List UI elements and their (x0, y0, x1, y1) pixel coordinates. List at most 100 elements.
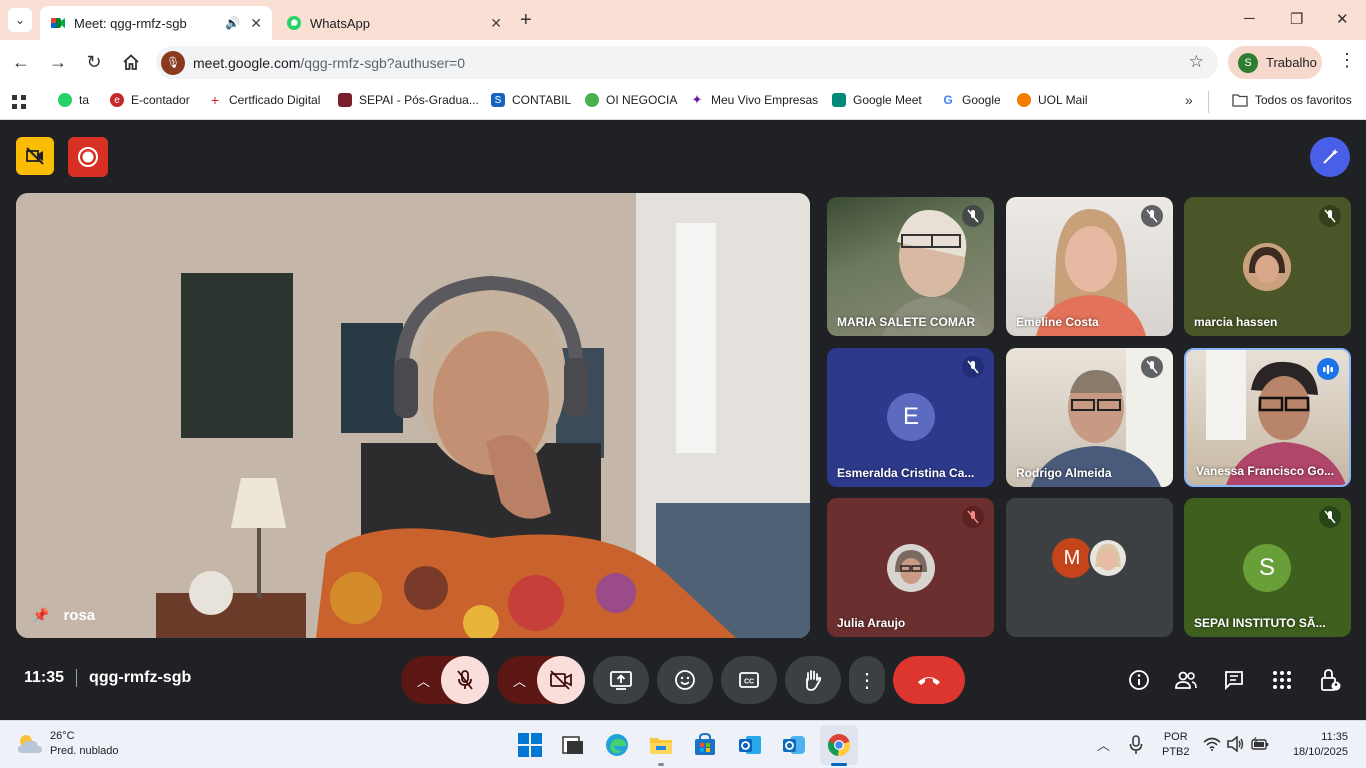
clock-date: 18/10/2025 (1292, 746, 1348, 758)
e-contador-icon: e (110, 93, 124, 107)
muted-mic-icon (1319, 205, 1341, 227)
tab-whatsapp[interactable]: WhatsApp ✕ (276, 6, 512, 40)
participant-tile-active[interactable]: Vanessa Francisco Go... (1184, 348, 1351, 487)
mic-options-chevron-icon[interactable]: ︿ (417, 671, 430, 690)
minimize-icon[interactable]: ─ (1244, 10, 1255, 27)
pin-icon[interactable]: 📌 (32, 607, 49, 624)
partly-cloudy-icon (18, 735, 42, 753)
participant-tile[interactable]: MARIA SALETE COMAR (827, 197, 994, 336)
camera-off-indicator[interactable] (16, 137, 54, 175)
windows-taskbar: 26°C Pred. nublado ︿ POR PTB2 11:35 18/1… (0, 720, 1366, 768)
forward-icon[interactable]: → (47, 52, 69, 73)
present-screen-button[interactable] (593, 656, 649, 704)
people-button[interactable] (1173, 667, 1199, 693)
mic-in-use-icon[interactable]: 🎙 (161, 50, 185, 75)
svg-text:CC: CC (744, 679, 754, 686)
file-explorer-icon[interactable] (648, 732, 674, 758)
participant-tile[interactable]: marcia hassen (1184, 197, 1351, 336)
wifi-icon[interactable] (1203, 737, 1221, 751)
muted-mic-icon (962, 205, 984, 227)
close-window-icon[interactable]: ✕ (1336, 10, 1349, 28)
speaker-name: rosa (63, 607, 96, 624)
participant-avatar (1088, 538, 1128, 578)
participant-tile[interactable]: Julia Araujo (827, 498, 994, 637)
home-icon[interactable] (120, 53, 142, 71)
clock[interactable]: 11:35 18/10/2025 (1282, 730, 1348, 760)
apps-grid-icon (1273, 671, 1291, 689)
magic-pen-icon (1323, 149, 1338, 164)
browser-toolbar: ← → ↻ 🎙 meet.google.com/qgg-rmfz-sgb?aut… (0, 40, 1366, 85)
google-meet-icon (832, 93, 846, 107)
close-tab-icon[interactable]: ✕ (490, 15, 502, 32)
participant-tile[interactable]: Emeline Costa (1006, 197, 1173, 336)
bookmark-item[interactable]: ✦ Meu Vivo Empresas (690, 92, 819, 107)
mic-toggle-button[interactable] (441, 656, 489, 704)
participant-group-tile[interactable]: M (1006, 498, 1173, 637)
recording-indicator[interactable] (68, 137, 108, 177)
speaker-label: 📌 rosa (32, 607, 95, 624)
show-hidden-icons-icon[interactable]: ︿ (1097, 735, 1110, 754)
bookmark-item[interactable]: UOL Mail (1017, 93, 1088, 107)
camera-options-chevron-icon[interactable]: ︿ (513, 671, 526, 690)
camera-off-icon (550, 670, 572, 690)
microsoft-store-icon[interactable] (692, 732, 718, 758)
profile-button[interactable]: S Trabalho (1228, 46, 1322, 79)
participant-name: Julia Araujo (837, 616, 906, 630)
participant-tile[interactable]: S SEPAI INSTITUTO SÃ... (1184, 498, 1351, 637)
more-options-button[interactable]: ⋮ (849, 656, 885, 704)
reactions-button[interactable] (657, 656, 713, 704)
activities-button[interactable] (1269, 667, 1295, 693)
volume-icon[interactable] (1227, 736, 1245, 752)
participant-tile[interactable]: E Esmeralda Cristina Ca... (827, 348, 994, 487)
restore-icon[interactable]: ❐ (1290, 10, 1303, 28)
bookmark-item[interactable]: G Google (941, 93, 1000, 107)
windows-start-icon[interactable] (517, 732, 543, 758)
people-icon (1175, 671, 1197, 689)
camera-toggle-button[interactable] (537, 656, 585, 704)
task-view-icon[interactable] (560, 732, 586, 758)
back-icon[interactable]: ← (10, 52, 32, 73)
plus-icon: + (210, 92, 220, 108)
edge-icon[interactable] (604, 732, 630, 758)
menu-icon[interactable]: ⋮ (1338, 50, 1356, 71)
bookmark-item[interactable]: ta (58, 93, 89, 107)
effects-button[interactable] (1310, 137, 1350, 177)
bookmark-item[interactable]: Google Meet (832, 93, 922, 107)
captions-button[interactable]: CC (721, 656, 777, 704)
reload-icon[interactable]: ↻ (83, 52, 105, 73)
divider (76, 669, 78, 687)
tab-search-button[interactable]: ⌄ (8, 8, 32, 32)
raise-hand-button[interactable] (785, 656, 841, 704)
outlook-icon[interactable] (737, 732, 763, 758)
language-indicator[interactable]: POR PTB2 (1162, 730, 1190, 760)
tab-title: WhatsApp (310, 15, 370, 31)
microphone-icon[interactable] (1129, 735, 1143, 755)
bookmark-item[interactable]: S CONTABIL (491, 93, 571, 107)
weather-widget[interactable]: 26°C Pred. nublado (16, 729, 119, 759)
closed-captions-icon: CC (739, 672, 759, 688)
participant-tile[interactable]: Rodrigo Almeida (1006, 348, 1173, 487)
battery-icon[interactable] (1251, 737, 1269, 751)
all-bookmarks-button[interactable]: Todos os favoritos (1232, 93, 1352, 107)
apps-grid-icon[interactable] (11, 94, 27, 110)
outlook-new-icon[interactable] (781, 732, 807, 758)
bookmark-item[interactable]: OI NEGOCIA (585, 93, 677, 107)
bookmark-item[interactable]: e E-contador (110, 93, 190, 107)
chat-button[interactable] (1221, 667, 1247, 693)
bookmark-item[interactable]: + Certficado Digital (208, 92, 320, 108)
host-controls-button[interactable] (1317, 667, 1343, 693)
close-tab-icon[interactable]: ✕ (250, 15, 262, 32)
bookmark-item[interactable]: SEPAI - Pós-Gradua... (338, 93, 479, 107)
bookmark-star-icon[interactable]: ☆ (1189, 52, 1204, 72)
tab-meet[interactable]: Meet: qgg-rmfz-sgb 🔊 ✕ (40, 6, 272, 40)
new-tab-icon[interactable]: + (520, 9, 532, 32)
main-speaker-video[interactable]: 📌 rosa (16, 193, 810, 638)
keyboard-layout: PTB2 (1162, 746, 1190, 758)
leave-call-button[interactable] (893, 656, 965, 704)
chrome-icon[interactable] (826, 732, 852, 758)
audio-playing-icon[interactable]: 🔊 (225, 16, 240, 30)
emoji-icon (675, 670, 695, 690)
address-bar[interactable]: 🎙 meet.google.com/qgg-rmfz-sgb?authuser=… (156, 46, 1218, 79)
more-bookmarks-icon[interactable]: » (1185, 92, 1193, 108)
meeting-details-button[interactable] (1126, 667, 1152, 693)
